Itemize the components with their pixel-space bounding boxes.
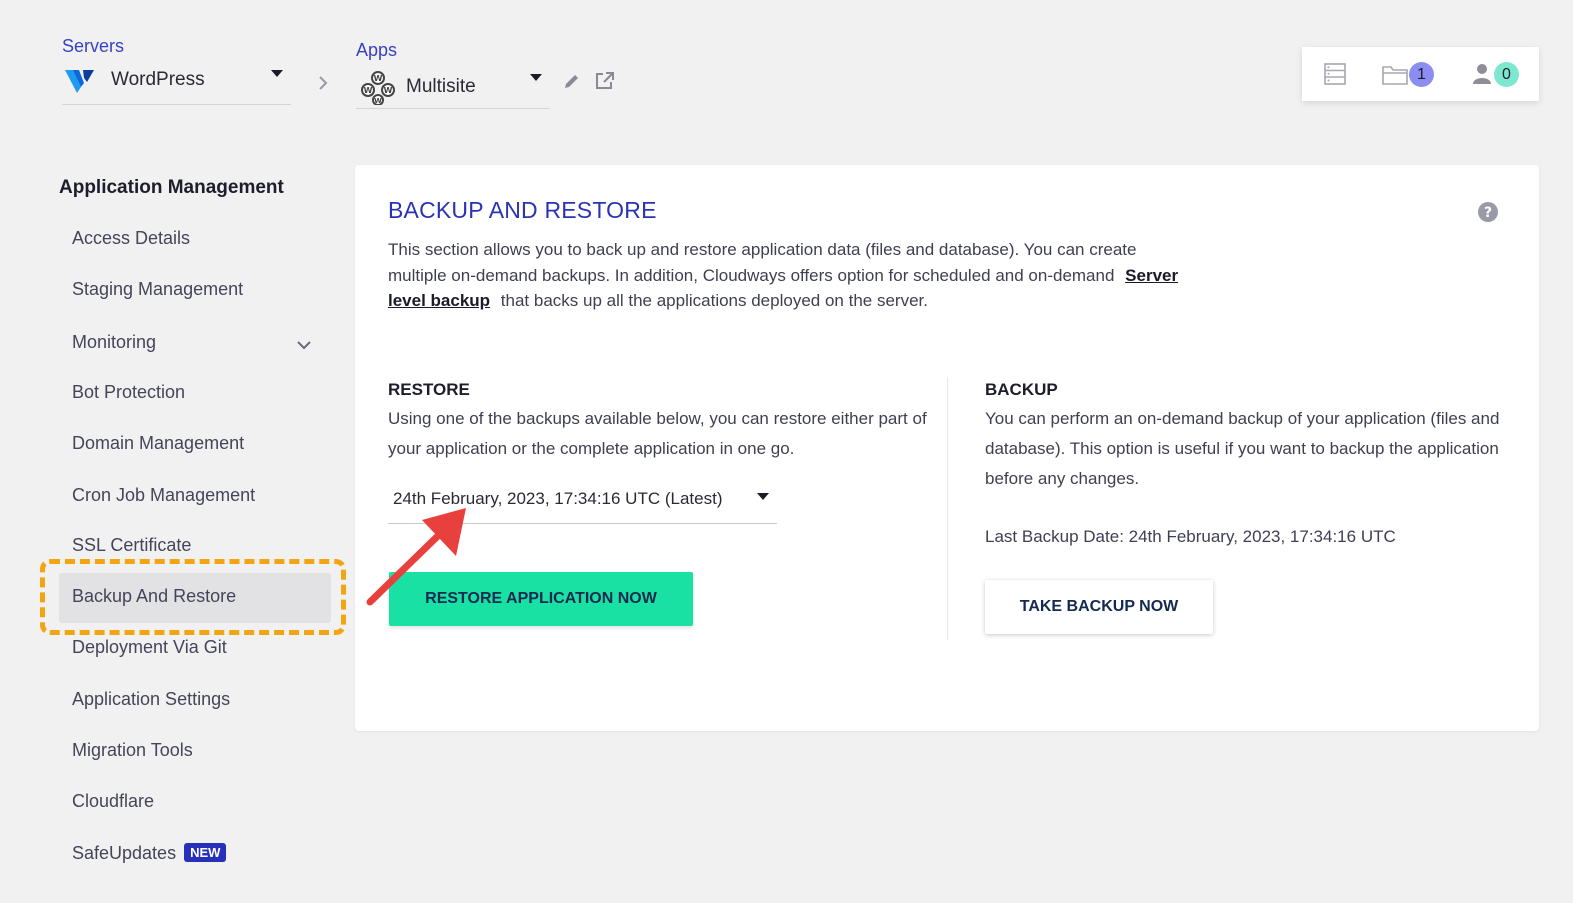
sidebar-item-safeupdates-label: SafeUpdates — [72, 843, 177, 863]
sidebar-item-deployment-via-git[interactable]: Deployment Via Git — [72, 637, 227, 658]
server-name: WordPress — [111, 69, 205, 90]
apps-crumb: Apps — [356, 40, 397, 61]
page-title: BACKUP AND RESTORE — [388, 197, 657, 223]
monitoring-chevron-down-icon[interactable] — [296, 338, 312, 356]
annotation-arrow-icon — [360, 500, 480, 615]
description-text-part1: This section allows you to back up and r… — [388, 240, 1137, 285]
annotation-highlight-box — [40, 559, 346, 635]
sidebar-item-access-details[interactable]: Access Details — [72, 228, 190, 249]
sidebar-item-ssl-certificate[interactable]: SSL Certificate — [72, 535, 191, 556]
svg-text:W: W — [374, 74, 383, 83]
server-list-icon[interactable] — [1324, 63, 1346, 90]
last-backup-date: Last Backup Date: 24th February, 2023, 1… — [985, 527, 1396, 546]
external-link-icon[interactable] — [595, 71, 615, 95]
description-text-part2: that backs up all the applications deplo… — [500, 291, 928, 310]
team-count-badge: 0 — [1494, 62, 1519, 87]
svg-text:W: W — [384, 86, 393, 95]
projects-count-badge: 1 — [1409, 62, 1434, 87]
sidebar-item-application-settings[interactable]: Application Settings — [72, 689, 230, 710]
top-toolbar: 1 0 — [1302, 47, 1539, 101]
app-name: Multisite — [406, 76, 476, 97]
servers-label: Servers — [62, 36, 125, 56]
backup-dropdown-caret-icon — [757, 493, 769, 500]
edit-pencil-icon[interactable] — [563, 73, 580, 95]
new-badge: NEW — [184, 843, 227, 862]
apps-label: Apps — [356, 40, 398, 60]
help-question-icon[interactable]: ? — [1478, 202, 1498, 227]
svg-text:W: W — [374, 97, 382, 105]
restore-heading: RESTORE — [388, 380, 470, 399]
svg-text:W: W — [364, 86, 373, 95]
server-selector[interactable]: WordPress — [62, 62, 291, 105]
servers-crumb: Servers — [62, 36, 124, 57]
sidebar-item-cron-job-management[interactable]: Cron Job Management — [72, 485, 255, 506]
backup-heading: BACKUP — [985, 380, 1058, 399]
backup-restore-card: BACKUP AND RESTORE ? This section allows… — [355, 165, 1539, 731]
section-description: This section allows you to back up and r… — [388, 237, 1188, 314]
sidebar-item-monitoring[interactable]: Monitoring — [72, 332, 156, 353]
sidebar-item-safeupdates[interactable]: SafeUpdates NEW — [72, 843, 227, 864]
svg-text:?: ? — [1484, 205, 1492, 221]
restore-description: Using one of the backups available below… — [388, 409, 927, 458]
sidebar-item-domain-management[interactable]: Domain Management — [72, 433, 244, 454]
multisite-icon: W W W W — [361, 71, 395, 110]
take-backup-button[interactable]: TAKE BACKUP NOW — [985, 580, 1213, 634]
server-dropdown-caret-icon — [271, 70, 283, 77]
sidebar-title: Application Management — [59, 177, 284, 198]
backup-description: You can perform an on-demand backup of y… — [985, 409, 1500, 488]
sidebar-item-cloudflare[interactable]: Cloudflare — [72, 791, 154, 812]
projects-folder-icon[interactable] — [1382, 65, 1408, 90]
app-dropdown-caret-icon — [530, 74, 542, 81]
app-selector[interactable]: W W W W Multisite — [356, 66, 550, 109]
vultr-logo-icon — [65, 67, 95, 98]
sidebar-item-migration-tools[interactable]: Migration Tools — [72, 740, 193, 761]
sidebar-item-bot-protection[interactable]: Bot Protection — [72, 382, 185, 403]
sidebar-item-staging-management[interactable]: Staging Management — [72, 279, 243, 300]
column-divider — [947, 377, 948, 640]
chevron-right-icon — [316, 74, 330, 97]
team-user-icon[interactable] — [1472, 63, 1492, 90]
